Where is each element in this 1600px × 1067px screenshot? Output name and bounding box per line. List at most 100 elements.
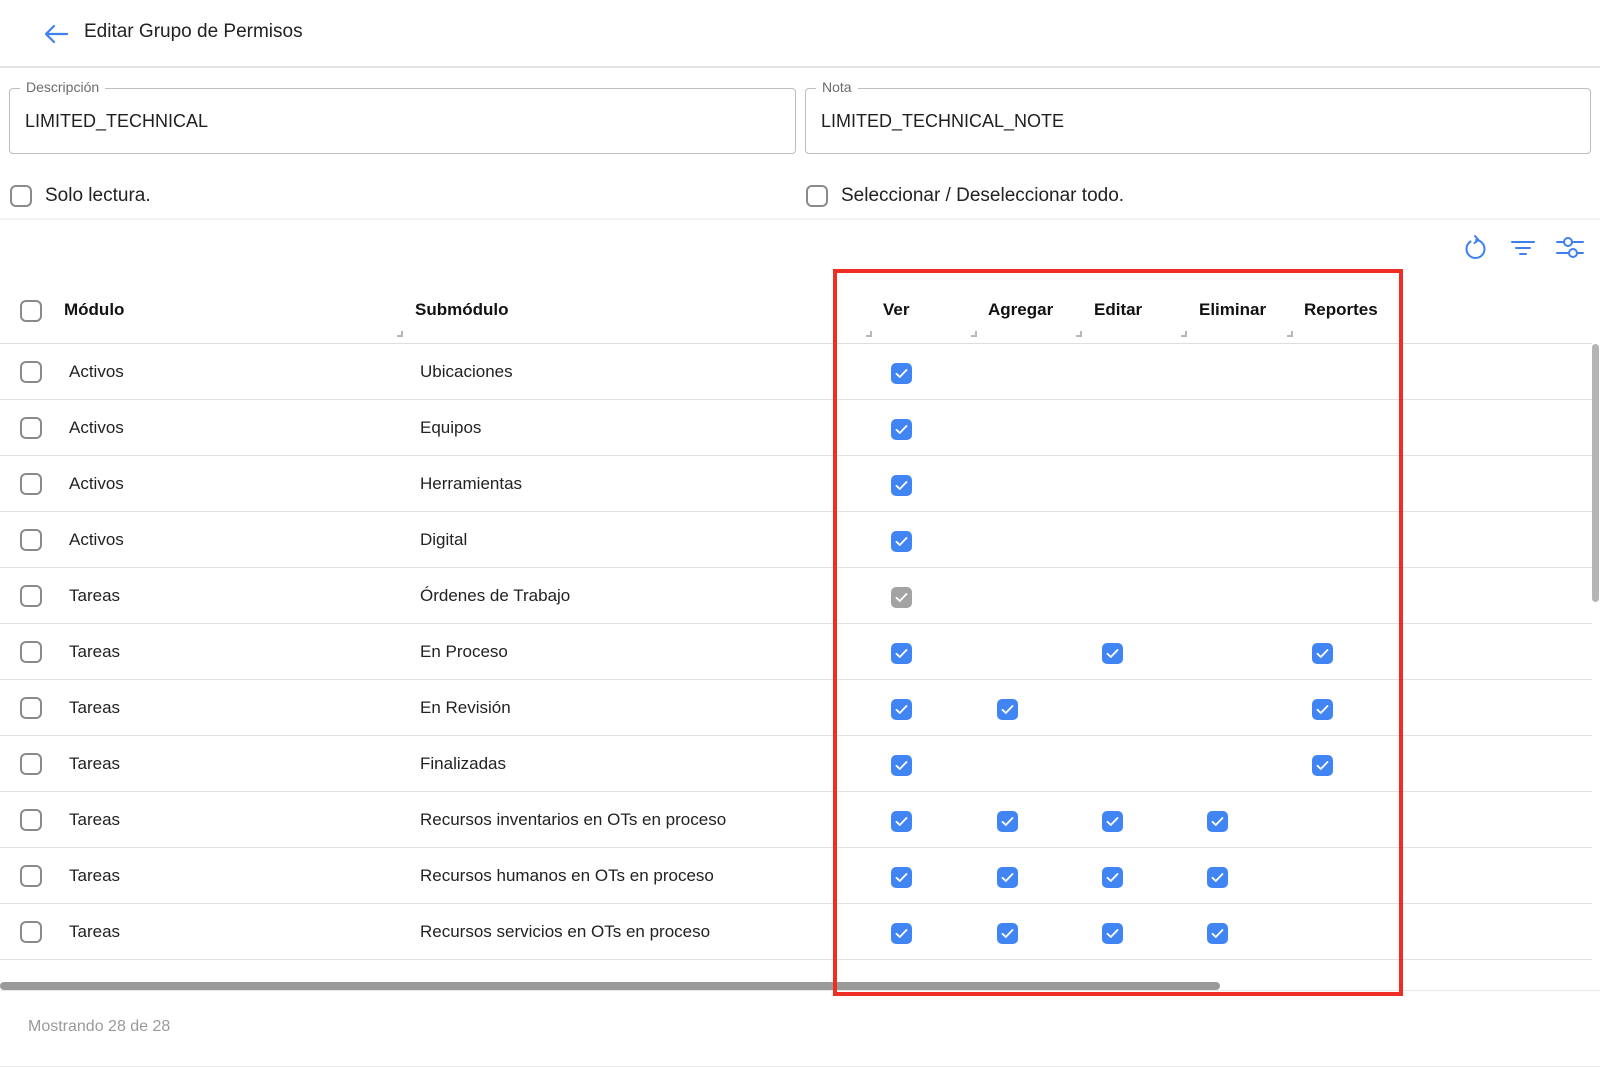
cell-modulo: Tareas: [69, 754, 121, 773]
cell-submodulo: Digital: [420, 530, 468, 549]
row-select-checkbox[interactable]: [20, 529, 42, 551]
column-resize-handle[interactable]: [1076, 331, 1082, 337]
cell-submodulo: Herramientas: [420, 474, 523, 493]
cell-modulo: Activos: [69, 474, 124, 493]
cell-submodulo: Finalizadas: [420, 754, 506, 773]
permission-checkbox-editar[interactable]: [1102, 643, 1123, 664]
permissions-table: Módulo Submódulo Ver Agregar Editar Elim…: [0, 288, 1600, 988]
permission-checkbox-ver[interactable]: [891, 811, 912, 832]
cell-modulo: Tareas: [69, 866, 121, 885]
cell-modulo: Activos: [69, 362, 124, 381]
table-row: Tareas Finalizadas: [0, 736, 1592, 792]
row-select-checkbox[interactable]: [20, 473, 42, 495]
cell-modulo: Activos: [69, 418, 124, 437]
table-row: Activos Digital: [0, 512, 1592, 568]
permission-checkbox-ver: [891, 587, 912, 608]
permission-checkbox-ver[interactable]: [891, 419, 912, 440]
permission-checkbox-ver[interactable]: [891, 923, 912, 944]
permission-checkbox-reportes[interactable]: [1312, 755, 1333, 776]
permission-checkbox-editar[interactable]: [1102, 867, 1123, 888]
table-row: Tareas Recursos humanos en OTs en proceso: [0, 848, 1592, 904]
column-header-agregar[interactable]: Agregar: [988, 300, 1053, 320]
solo-lectura-label: Solo lectura.: [45, 185, 151, 206]
row-select-checkbox[interactable]: [20, 753, 42, 775]
column-header-ver[interactable]: Ver: [883, 300, 909, 320]
permission-checkbox-agregar[interactable]: [997, 923, 1018, 944]
seleccionar-todo-checkbox[interactable]: [806, 185, 828, 207]
row-count-status: Mostrando 28 de 28: [28, 1018, 171, 1035]
permission-checkbox-eliminar[interactable]: [1207, 923, 1228, 944]
settings-sliders-icon[interactable]: [1554, 232, 1586, 264]
column-resize-handle[interactable]: [1287, 331, 1293, 337]
row-select-checkbox[interactable]: [20, 585, 42, 607]
nota-input[interactable]: [821, 89, 1580, 153]
permission-checkbox-eliminar[interactable]: [1207, 867, 1228, 888]
horizontal-scrollbar[interactable]: [0, 982, 1220, 990]
page-header: Editar Grupo de Permisos: [0, 0, 1600, 68]
cell-submodulo: En Revisión: [420, 698, 511, 717]
cell-submodulo: Recursos inventarios en OTs en proceso: [420, 810, 727, 829]
cell-modulo: Activos: [69, 530, 124, 549]
row-select-checkbox[interactable]: [20, 417, 42, 439]
permission-checkbox-ver[interactable]: [891, 867, 912, 888]
permission-checkbox-ver[interactable]: [891, 643, 912, 664]
permission-checkbox-reportes[interactable]: [1312, 699, 1333, 720]
cell-modulo: Tareas: [69, 698, 121, 717]
table-row: Tareas Recursos inventarios en OTs en pro…: [0, 792, 1592, 848]
permission-checkbox-eliminar[interactable]: [1207, 811, 1228, 832]
permission-checkbox-reportes[interactable]: [1312, 643, 1333, 664]
permission-checkbox-ver[interactable]: [891, 531, 912, 552]
table-row: Activos Equipos: [0, 400, 1592, 456]
cell-submodulo: Órdenes de Trabajo: [420, 586, 571, 605]
row-select-checkbox[interactable]: [20, 697, 42, 719]
column-header-reportes[interactable]: Reportes: [1304, 300, 1378, 320]
row-select-checkbox[interactable]: [20, 641, 42, 663]
permission-checkbox-ver[interactable]: [891, 475, 912, 496]
table-row: Tareas En Revisión: [0, 680, 1592, 736]
cell-modulo: Tareas: [69, 642, 121, 661]
permission-checkbox-editar[interactable]: [1102, 923, 1123, 944]
permission-checkbox-agregar[interactable]: [997, 811, 1018, 832]
cell-modulo: Tareas: [69, 586, 121, 605]
cell-submodulo: Ubicaciones: [420, 362, 513, 381]
table-row: Tareas Recursos servicios en OTs en proce…: [0, 904, 1592, 960]
refresh-icon[interactable]: [1460, 232, 1492, 264]
row-select-checkbox[interactable]: [20, 921, 42, 943]
column-header-editar[interactable]: Editar: [1094, 300, 1142, 320]
cell-modulo: Tareas: [69, 810, 121, 829]
permission-checkbox-editar[interactable]: [1102, 811, 1123, 832]
cell-modulo: Tareas: [69, 922, 121, 941]
select-all-rows-checkbox[interactable]: [20, 300, 42, 322]
permission-checkbox-ver[interactable]: [891, 755, 912, 776]
column-resize-handle[interactable]: [866, 331, 872, 337]
permission-checkbox-agregar[interactable]: [997, 867, 1018, 888]
permission-checkbox-agregar[interactable]: [997, 699, 1018, 720]
table-row: Activos Ubicaciones: [0, 344, 1592, 400]
section-divider: [0, 218, 1600, 220]
column-header-submodulo[interactable]: Submódulo: [415, 300, 508, 320]
page-title: Editar Grupo de Permisos: [84, 21, 303, 42]
row-select-checkbox[interactable]: [20, 865, 42, 887]
column-header-modulo[interactable]: Módulo: [64, 300, 124, 320]
descripcion-field: Descripción: [9, 79, 796, 154]
vertical-scrollbar[interactable]: [1592, 344, 1599, 602]
column-resize-handle[interactable]: [1181, 331, 1187, 337]
cell-submodulo: Recursos servicios en OTs en proceso: [420, 922, 711, 941]
permission-checkbox-ver[interactable]: [891, 699, 912, 720]
filter-icon[interactable]: [1507, 232, 1539, 264]
seleccionar-todo-label: Seleccionar / Deseleccionar todo.: [841, 185, 1125, 206]
cell-submodulo: Recursos humanos en OTs en proceso: [420, 866, 714, 885]
row-select-checkbox[interactable]: [20, 809, 42, 831]
column-resize-handle[interactable]: [971, 331, 977, 337]
permission-checkbox-ver[interactable]: [891, 363, 912, 384]
cell-submodulo: En Proceso: [420, 642, 508, 661]
cell-submodulo: Equipos: [420, 418, 482, 437]
table-row: Tareas En Proceso: [0, 624, 1592, 680]
back-arrow-icon[interactable]: [40, 18, 72, 50]
descripcion-input[interactable]: [25, 89, 785, 153]
row-select-checkbox[interactable]: [20, 361, 42, 383]
column-resize-handle[interactable]: [397, 331, 403, 337]
nota-field: Nota: [805, 79, 1591, 154]
solo-lectura-checkbox[interactable]: [10, 185, 32, 207]
column-header-eliminar[interactable]: Eliminar: [1199, 300, 1266, 320]
